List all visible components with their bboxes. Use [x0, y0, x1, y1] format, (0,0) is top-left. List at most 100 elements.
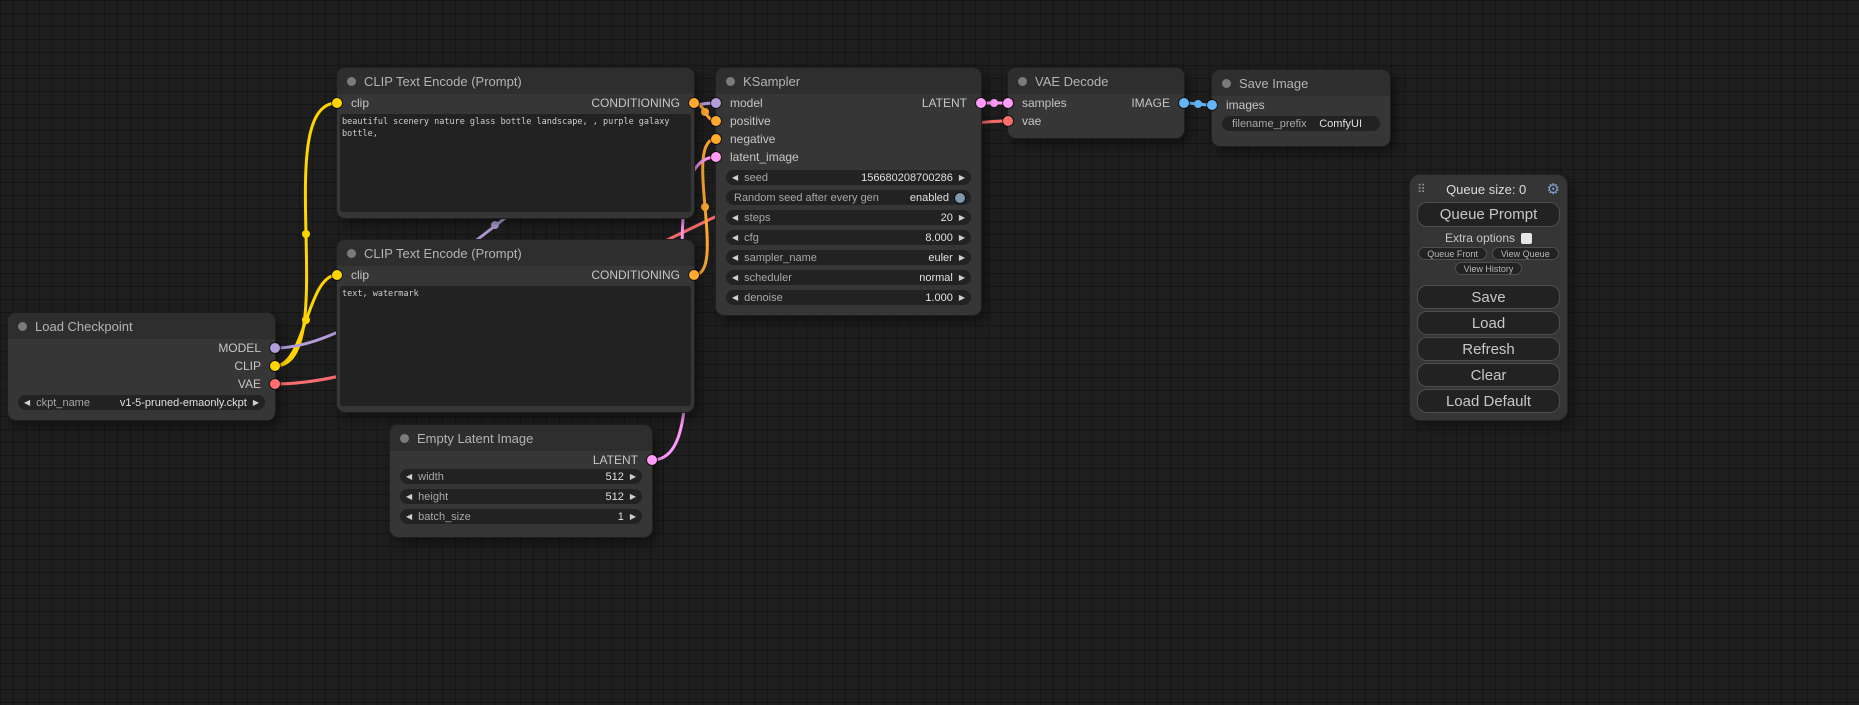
- stepper-left-icon[interactable]: ◀: [732, 210, 738, 225]
- vae-input-port[interactable]: [1003, 116, 1013, 126]
- stepper-left-icon[interactable]: ◀: [732, 230, 738, 245]
- stepper-right-icon[interactable]: ▶: [959, 210, 965, 225]
- scheduler-widget[interactable]: ◀ scheduler normal ▶: [726, 270, 971, 285]
- output-label: CONDITIONING: [591, 96, 680, 110]
- node-title-bar[interactable]: Empty Latent Image: [390, 425, 652, 451]
- collapse-dot-icon[interactable]: [347, 77, 356, 86]
- link-dot: [302, 316, 310, 324]
- queue-size-label: Queue size: 0: [1426, 182, 1547, 197]
- node-title-bar[interactable]: CLIP Text Encode (Prompt): [337, 240, 694, 266]
- node-title-bar[interactable]: Load Checkpoint: [8, 313, 275, 339]
- stepper-right-icon[interactable]: ▶: [959, 170, 965, 185]
- image-output-port[interactable]: [1179, 98, 1189, 108]
- stepper-right-icon[interactable]: ▶: [630, 509, 636, 524]
- widget-value: 8.000: [925, 232, 953, 244]
- stepper-left-icon[interactable]: ◀: [732, 270, 738, 285]
- negative-prompt-textarea[interactable]: text, watermark: [340, 286, 691, 406]
- cfg-widget[interactable]: ◀ cfg 8.000 ▶: [726, 230, 971, 245]
- random-seed-toggle-widget[interactable]: Random seed after every gen enabled: [726, 190, 971, 205]
- node-clip-text-encode-negative[interactable]: CLIP Text Encode (Prompt) clip CONDITION…: [337, 240, 694, 412]
- sampler-name-widget[interactable]: ◀ sampler_name euler ▶: [726, 250, 971, 265]
- load-button[interactable]: Load: [1417, 311, 1560, 335]
- widget-label: seed: [744, 172, 768, 184]
- output-label: VAE: [238, 377, 261, 391]
- queue-front-button[interactable]: Queue Front: [1418, 247, 1487, 260]
- stepper-left-icon[interactable]: ◀: [406, 509, 412, 524]
- collapse-dot-icon[interactable]: [347, 249, 356, 258]
- node-ksampler[interactable]: KSampler model LATENT positive negative …: [716, 68, 981, 315]
- collapse-dot-icon[interactable]: [726, 77, 735, 86]
- model-output-port[interactable]: [270, 343, 280, 353]
- images-input-port[interactable]: [1207, 100, 1217, 110]
- stepper-left-icon[interactable]: ◀: [406, 469, 412, 484]
- io-row: positive: [716, 112, 981, 130]
- positive-input-port[interactable]: [711, 116, 721, 126]
- width-widget[interactable]: ◀ width 512 ▶: [400, 469, 642, 484]
- node-save-image[interactable]: Save Image images filename_prefix ComfyU…: [1212, 70, 1390, 146]
- stepper-right-icon[interactable]: ▶: [959, 230, 965, 245]
- link-dot: [302, 230, 310, 238]
- view-history-button[interactable]: View History: [1455, 262, 1523, 275]
- node-title-bar[interactable]: KSampler: [716, 68, 981, 94]
- filename-prefix-widget[interactable]: filename_prefix ComfyUI: [1222, 116, 1380, 131]
- stepper-right-icon[interactable]: ▶: [630, 469, 636, 484]
- widget-value: ComfyUI: [1319, 118, 1362, 130]
- drag-handle-icon[interactable]: ⠿: [1417, 182, 1426, 196]
- node-clip-text-encode-positive[interactable]: CLIP Text Encode (Prompt) clip CONDITION…: [337, 68, 694, 218]
- load-default-button[interactable]: Load Default: [1417, 389, 1560, 413]
- collapse-dot-icon[interactable]: [18, 322, 27, 331]
- ckpt-name-widget[interactable]: ◀ ckpt_name v1-5-pruned-emaonly.ckpt ▶: [18, 395, 265, 410]
- stepper-right-icon[interactable]: ▶: [959, 270, 965, 285]
- collapse-dot-icon[interactable]: [1222, 79, 1231, 88]
- stepper-right-icon[interactable]: ▶: [959, 250, 965, 265]
- latent-output-port[interactable]: [647, 455, 657, 465]
- extra-options-label: Extra options: [1445, 231, 1515, 245]
- stepper-left-icon[interactable]: ◀: [732, 250, 738, 265]
- collapse-dot-icon[interactable]: [1018, 77, 1027, 86]
- latent-image-input-port[interactable]: [711, 152, 721, 162]
- stepper-left-icon[interactable]: ◀: [24, 395, 30, 410]
- stepper-right-icon[interactable]: ▶: [253, 395, 259, 410]
- vae-output-port[interactable]: [270, 379, 280, 389]
- positive-prompt-textarea[interactable]: beautiful scenery nature glass bottle la…: [340, 114, 691, 212]
- node-empty-latent-image[interactable]: Empty Latent Image LATENT ◀ width 512 ▶ …: [390, 425, 652, 537]
- refresh-button[interactable]: Refresh: [1417, 337, 1560, 361]
- steps-widget[interactable]: ◀ steps 20 ▶: [726, 210, 971, 225]
- model-input-port[interactable]: [711, 98, 721, 108]
- denoise-widget[interactable]: ◀ denoise 1.000 ▶: [726, 290, 971, 305]
- node-load-checkpoint[interactable]: Load Checkpoint MODEL CLIP VAE ◀ ckpt_na…: [8, 313, 275, 420]
- output-row: VAE: [8, 375, 275, 393]
- collapse-dot-icon[interactable]: [400, 434, 409, 443]
- queue-prompt-button[interactable]: Queue Prompt: [1417, 202, 1560, 227]
- stepper-right-icon[interactable]: ▶: [959, 290, 965, 305]
- height-widget[interactable]: ◀ height 512 ▶: [400, 489, 642, 504]
- stepper-left-icon[interactable]: ◀: [732, 290, 738, 305]
- extra-options-checkbox[interactable]: [1521, 233, 1532, 244]
- node-title-bar[interactable]: CLIP Text Encode (Prompt): [337, 68, 694, 94]
- view-queue-button[interactable]: View Queue: [1492, 247, 1559, 260]
- conditioning-output-port[interactable]: [689, 270, 699, 280]
- clip-output-port[interactable]: [270, 361, 280, 371]
- widget-value: normal: [919, 272, 953, 284]
- latent-output-port[interactable]: [976, 98, 986, 108]
- samples-input-port[interactable]: [1003, 98, 1013, 108]
- toggle-on-dot[interactable]: [955, 193, 965, 203]
- stepper-right-icon[interactable]: ▶: [630, 489, 636, 504]
- conditioning-output-port[interactable]: [689, 98, 699, 108]
- node-vae-decode[interactable]: VAE Decode samples IMAGE vae: [1008, 68, 1184, 138]
- stepper-left-icon[interactable]: ◀: [732, 170, 738, 185]
- seed-widget[interactable]: ◀ seed 156680208700286 ▶: [726, 170, 971, 185]
- node-title-bar[interactable]: Save Image: [1212, 70, 1390, 96]
- stepper-left-icon[interactable]: ◀: [406, 489, 412, 504]
- negative-input-port[interactable]: [711, 134, 721, 144]
- clip-input-port[interactable]: [332, 270, 342, 280]
- widget-value: v1-5-pruned-emaonly.ckpt: [120, 397, 247, 409]
- clear-button[interactable]: Clear: [1417, 363, 1560, 387]
- clip-input-port[interactable]: [332, 98, 342, 108]
- batch-size-widget[interactable]: ◀ batch_size 1 ▶: [400, 509, 642, 524]
- node-graph-canvas[interactable]: Load Checkpoint MODEL CLIP VAE ◀ ckpt_na…: [0, 0, 1859, 705]
- node-title-bar[interactable]: VAE Decode: [1008, 68, 1184, 94]
- save-button[interactable]: Save: [1417, 285, 1560, 309]
- input-label: images: [1226, 98, 1265, 112]
- settings-gear-icon[interactable]: ⚙: [1547, 180, 1560, 198]
